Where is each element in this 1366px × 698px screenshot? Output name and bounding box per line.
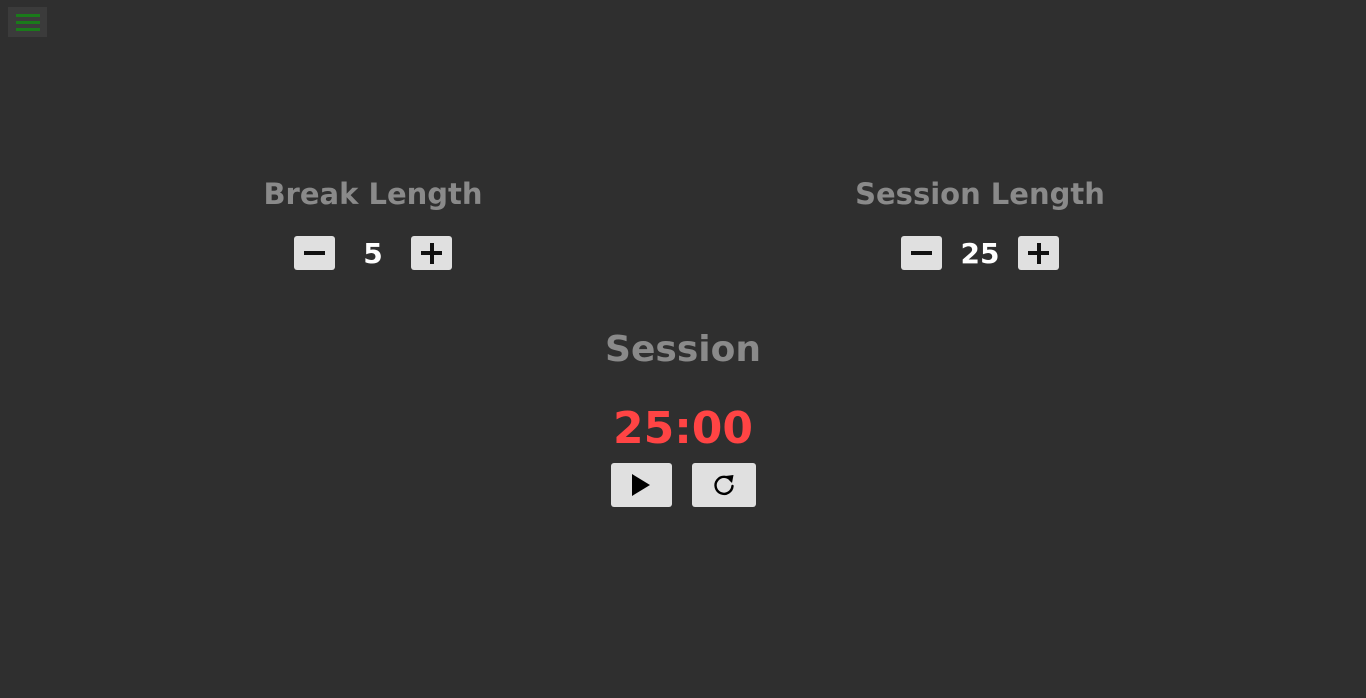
menu-button[interactable]	[8, 7, 47, 37]
play-icon	[632, 474, 650, 496]
refresh-icon	[713, 475, 734, 496]
session-increment-button[interactable]	[1018, 236, 1059, 270]
time-left-display: 25:00	[612, 403, 754, 454]
break-stepper: 5	[173, 236, 573, 270]
timer-controls	[483, 463, 883, 507]
break-length-label: Break Length	[263, 177, 483, 211]
break-decrement-button[interactable]	[294, 236, 335, 270]
timer-label: Session	[605, 329, 761, 370]
session-length-control: Session Length 25	[780, 170, 1180, 270]
break-increment-button[interactable]	[411, 236, 452, 270]
session-decrement-button[interactable]	[901, 236, 942, 270]
session-stepper: 25	[780, 236, 1180, 270]
break-length-control: Break Length 5	[173, 170, 573, 270]
session-length-label: Session Length	[855, 177, 1105, 211]
reset-button[interactable]	[691, 463, 756, 507]
session-length-value: 25	[960, 236, 1000, 270]
break-length-value: 5	[363, 236, 383, 270]
pomodoro-clock-page: Break Length 5 Session Length 25 Session…	[0, 0, 1366, 698]
timer: Session 25:00	[483, 325, 883, 507]
start-stop-button[interactable]	[610, 463, 672, 507]
